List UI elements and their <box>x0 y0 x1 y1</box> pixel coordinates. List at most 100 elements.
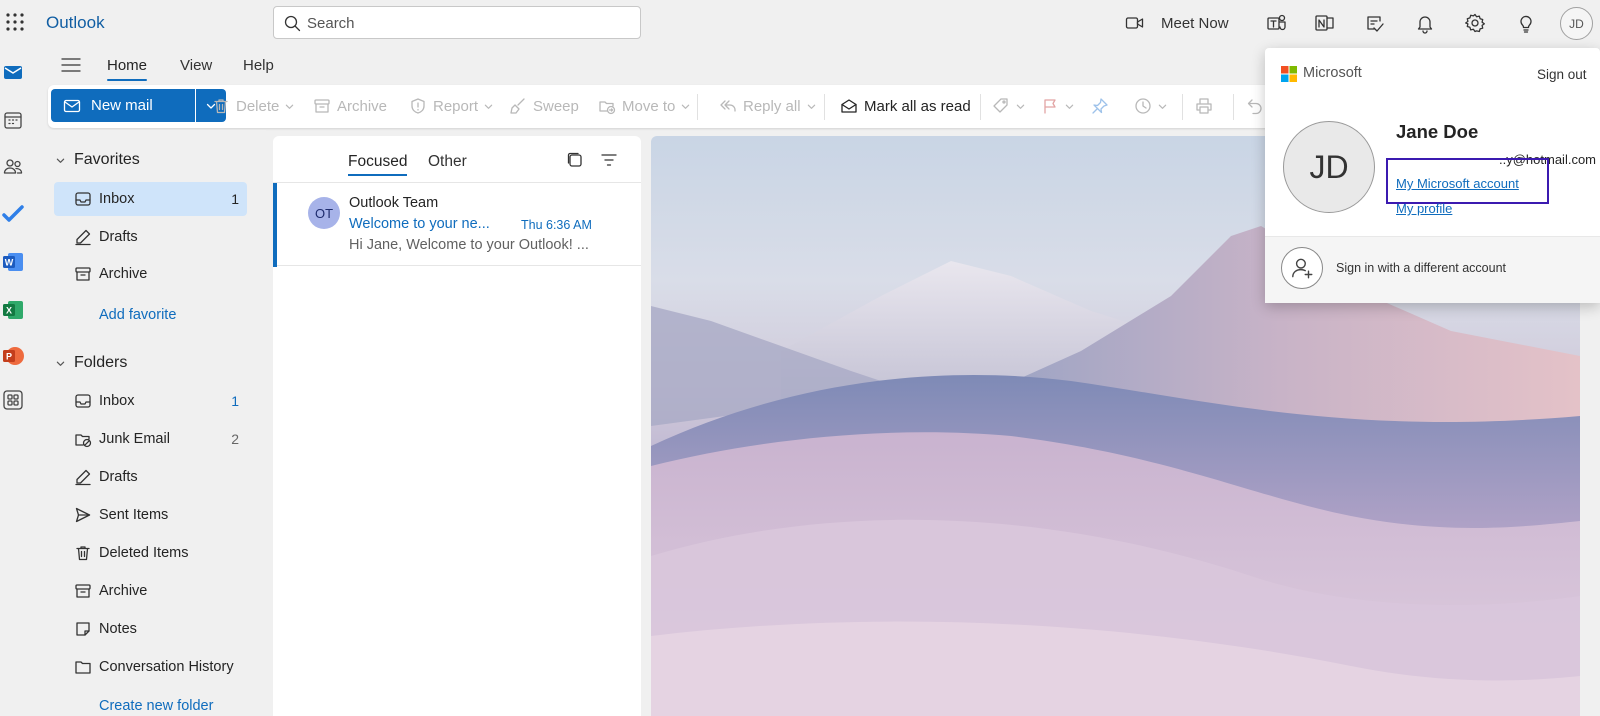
tab-home[interactable]: Home <box>107 57 148 81</box>
teams-icon[interactable] <box>1266 12 1288 34</box>
archive-icon <box>75 267 91 281</box>
reply-all-label: Reply all <box>743 97 801 115</box>
more-apps-icon[interactable] <box>1 388 25 412</box>
toolbar-divider <box>697 94 698 120</box>
meet-now-button[interactable]: Meet Now <box>1125 10 1229 36</box>
account-manager-card: Microsoft Sign out JD Jane Doe ..y@hotma… <box>1265 48 1600 303</box>
message-row[interactable]: OT Outlook Team Welcome to your ne... Th… <box>273 182 641 267</box>
select-mode-icon[interactable] <box>566 151 584 169</box>
my-profile-link[interactable]: My profile <box>1396 201 1452 216</box>
chevron-down-icon <box>56 158 65 163</box>
top-bar: Outlook Meet Now JD <box>0 0 1600 46</box>
new-mail-button[interactable]: New mail <box>51 89 195 122</box>
tab-view[interactable]: View <box>180 57 212 74</box>
delete-label: Delete <box>236 97 280 115</box>
search-input[interactable] <box>307 13 627 33</box>
reply-all-button[interactable]: Reply all <box>719 92 816 120</box>
inbox-icon <box>75 192 91 206</box>
junk-folder-icon <box>75 434 92 448</box>
folder-item-conversation-history[interactable]: Conversation History <box>54 650 247 684</box>
account-avatar: JD <box>1283 121 1375 213</box>
excel-icon[interactable]: X <box>1 298 25 322</box>
pin-button[interactable] <box>1091 92 1109 120</box>
my-microsoft-account-link[interactable]: My Microsoft account <box>1396 176 1519 191</box>
svg-text:W: W <box>5 258 14 268</box>
message-preview: Hi Jane, Welcome to your Outlook! ... <box>349 237 589 253</box>
envelope-icon <box>63 97 81 115</box>
people-icon[interactable] <box>1 154 25 178</box>
sweep-button[interactable]: Sweep <box>509 92 579 120</box>
meet-now-label: Meet Now <box>1161 14 1229 32</box>
archive-button[interactable]: Archive <box>313 92 387 120</box>
hamburger-menu-icon[interactable] <box>60 55 82 75</box>
onenote-icon[interactable] <box>1314 12 1336 34</box>
folders-section-header[interactable]: Folders <box>56 354 127 372</box>
todo-icon[interactable] <box>1 202 25 226</box>
create-new-folder-link[interactable]: Create new folder <box>99 698 213 714</box>
powerpoint-icon[interactable]: P <box>1 344 25 368</box>
delete-button[interactable]: Delete <box>212 92 294 120</box>
toolbar-divider <box>980 94 981 120</box>
favorites-item-archive[interactable]: Archive <box>54 257 247 291</box>
folder-item-inbox[interactable]: Inbox 1 <box>54 384 247 418</box>
folder-move-icon <box>599 101 616 115</box>
snooze-button[interactable] <box>1134 92 1167 120</box>
sign-out-link[interactable]: Sign out <box>1537 67 1587 82</box>
search-box[interactable] <box>273 6 641 39</box>
folder-item-notes[interactable]: Notes <box>54 612 247 646</box>
note-icon <box>76 622 90 636</box>
print-button[interactable] <box>1195 92 1213 120</box>
categorize-button[interactable] <box>992 92 1025 120</box>
unread-count: 1 <box>231 191 239 207</box>
broom-icon <box>510 98 525 114</box>
calendar-icon[interactable] <box>1 108 25 132</box>
shield-report-icon <box>411 98 425 114</box>
clock-icon <box>1135 98 1151 114</box>
toolbar-divider <box>1182 94 1183 120</box>
folder-item-deleted[interactable]: Deleted Items <box>54 536 247 570</box>
flag-button[interactable] <box>1041 92 1074 120</box>
folder-item-sent[interactable]: Sent Items <box>54 498 247 532</box>
folder-item-archive[interactable]: Archive <box>54 574 247 608</box>
move-to-button[interactable]: Move to <box>598 92 690 120</box>
folder-item-drafts[interactable]: Drafts <box>54 460 247 494</box>
undo-button[interactable] <box>1246 92 1264 120</box>
tab-help[interactable]: Help <box>243 57 274 74</box>
add-favorite-link[interactable]: Add favorite <box>99 307 176 323</box>
archive-icon <box>75 584 91 598</box>
app-launcher-icon[interactable] <box>4 11 26 33</box>
notifications-bell-icon[interactable] <box>1414 12 1436 34</box>
todo-check-icon[interactable] <box>1364 12 1386 34</box>
mail-icon[interactable] <box>1 60 25 84</box>
drafts-pencil-icon <box>75 469 91 486</box>
report-button[interactable]: Report <box>409 92 493 120</box>
folder-item-junk[interactable]: Junk Email 2 <box>54 422 247 456</box>
microsoft-logo-icon <box>1281 66 1297 82</box>
favorites-section-header[interactable]: Favorites <box>56 151 140 169</box>
message-time: Thu 6:36 AM <box>521 218 592 232</box>
undo-icon <box>1247 99 1262 115</box>
app-title[interactable]: Outlook <box>46 13 105 33</box>
account-user-name: Jane Doe <box>1396 121 1479 142</box>
chevron-down-icon <box>1158 104 1167 109</box>
folder-label: Inbox <box>99 393 135 409</box>
folder-label: Notes <box>99 621 137 637</box>
folders-title: Folders <box>74 354 128 371</box>
pin-icon <box>1092 98 1108 114</box>
settings-gear-icon[interactable] <box>1464 12 1486 34</box>
favorites-item-drafts[interactable]: Drafts <box>54 220 247 254</box>
mark-all-read-button[interactable]: Mark all as read <box>840 92 971 120</box>
word-icon[interactable]: W <box>1 250 25 274</box>
filter-icon[interactable] <box>600 151 618 169</box>
video-camera-icon <box>1125 15 1145 31</box>
sign-in-different-account-row[interactable]: Sign in with a different account <box>1265 237 1600 303</box>
favorites-item-inbox[interactable]: Inbox 1 <box>54 182 247 216</box>
tips-lightbulb-icon[interactable] <box>1515 12 1537 34</box>
tab-focused[interactable]: Focused <box>348 153 408 176</box>
chevron-down-icon <box>484 104 493 109</box>
archive-icon <box>314 99 330 113</box>
tab-other[interactable]: Other <box>428 153 467 171</box>
account-avatar-button[interactable]: JD <box>1560 7 1593 40</box>
folder-label: Sent Items <box>99 507 169 523</box>
chevron-down-icon <box>807 104 815 109</box>
